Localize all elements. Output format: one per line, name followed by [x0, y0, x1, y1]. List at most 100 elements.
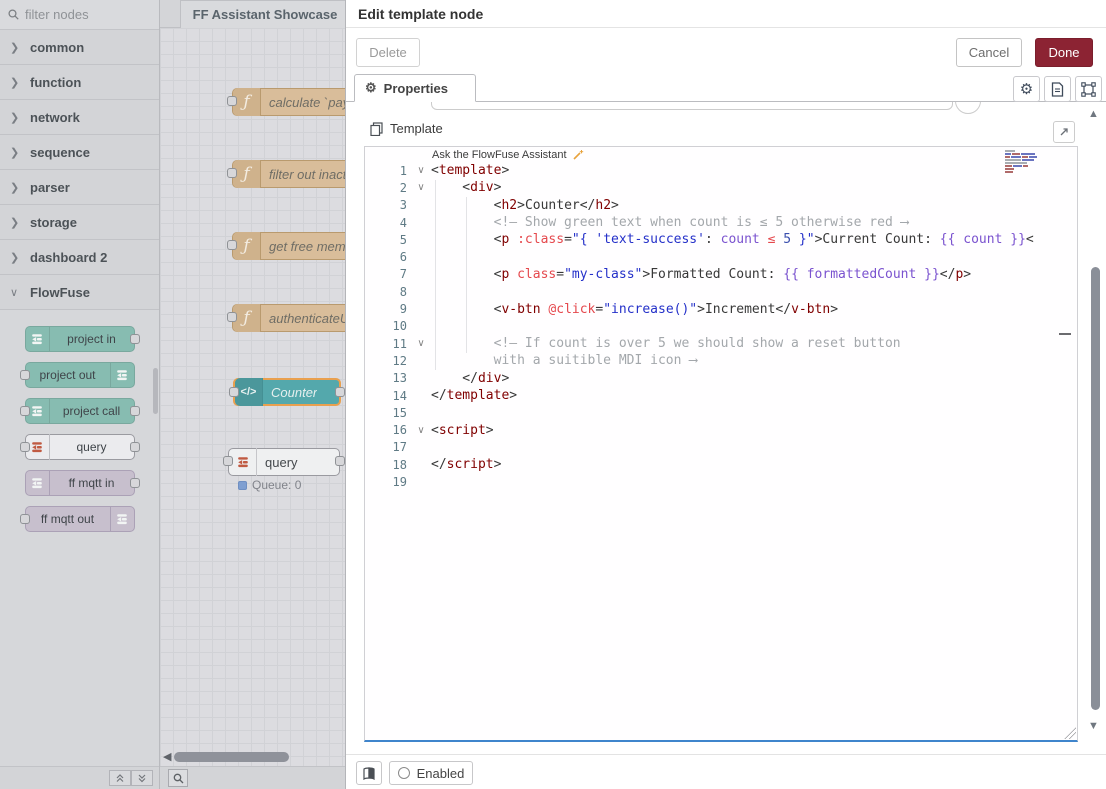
hscroll-thumb[interactable]	[174, 752, 289, 762]
code-line-8[interactable]: 8	[365, 283, 1077, 300]
node-port-left[interactable]	[227, 312, 237, 322]
dialog-scrollbar-thumb[interactable]	[1091, 267, 1100, 710]
function-icon: ƒ	[233, 160, 261, 188]
code-line-1[interactable]: 1∨<template>	[365, 162, 1077, 179]
code-line-14[interactable]: 14</template>	[365, 387, 1077, 404]
palette-node-ff-mqtt-out[interactable]: ff mqtt out	[25, 506, 135, 532]
line-number: 15	[365, 406, 411, 420]
palette-category-network[interactable]: ❯network	[0, 100, 159, 135]
code-line-19[interactable]: 19	[365, 473, 1077, 490]
tab-properties[interactable]: ⚙ Properties	[354, 74, 476, 102]
flow-node-get-free-memo[interactable]: ƒget free memo	[232, 232, 345, 260]
node-port-right[interactable]	[335, 456, 345, 466]
done-button[interactable]: Done	[1035, 38, 1093, 67]
flow-node-label: authenticateU	[261, 311, 345, 326]
line-number: 11	[365, 337, 411, 351]
workspace-tab[interactable]: FF Assistant Showcase	[180, 0, 345, 28]
code-lines[interactable]: 1∨<template>2∨ <div>3 <h2>Counter</h2>4 …	[365, 162, 1077, 491]
palette-category-parser[interactable]: ❯parser	[0, 170, 159, 205]
code-line-15[interactable]: 15	[365, 404, 1077, 421]
code-line-18[interactable]: 18</script>	[365, 456, 1077, 473]
node-port-left[interactable]	[229, 387, 239, 397]
code-line-12[interactable]: 12 with a suitible MDI icon ⟶	[365, 352, 1077, 369]
editor-resize-grip[interactable]	[1063, 726, 1076, 739]
code-text: <!— If count is over 5 we should show a …	[431, 336, 901, 351]
palette-category-function[interactable]: ❯function	[0, 65, 159, 100]
node-port-right[interactable]	[130, 478, 140, 488]
status-text: Queue: 0	[252, 478, 301, 492]
collapse-all-button[interactable]	[109, 770, 131, 786]
docs-button[interactable]	[356, 761, 382, 785]
palette-category-FlowFuse[interactable]: ∨FlowFuse	[0, 275, 159, 310]
node-description-button[interactable]	[1044, 76, 1071, 102]
flow-canvas[interactable]: FF Assistant Showcase ƒcalculate `pay ƒfi…	[160, 0, 345, 789]
flow-node-authenticateU[interactable]: ƒauthenticateU	[232, 304, 345, 332]
node-port-right[interactable]	[130, 442, 140, 452]
code-line-9[interactable]: 9 <v-btn @click="increase()">Increment</…	[365, 300, 1077, 317]
code-line-4[interactable]: 4 <!— Show green text when count is ≤ 5 …	[365, 214, 1077, 231]
cancel-button[interactable]: Cancel	[956, 38, 1022, 67]
palette-category-common[interactable]: ❯common	[0, 30, 159, 65]
node-appearance-button[interactable]	[1075, 76, 1102, 102]
fold-arrow-icon[interactable]: ∨	[411, 425, 431, 436]
code-line-10[interactable]: 10	[365, 318, 1077, 335]
magic-wand-icon	[572, 149, 584, 161]
fold-arrow-icon[interactable]: ∨	[411, 165, 431, 176]
palette-node-project-in[interactable]: project in	[25, 326, 135, 352]
node-port-left[interactable]	[20, 442, 30, 452]
palette-node-ff-mqtt-in[interactable]: ff mqtt in	[25, 470, 135, 496]
template-code-editor[interactable]: Ask the FlowFuse Assistant 1∨<template>2…	[364, 146, 1078, 742]
scroll-left-icon[interactable]: ◀	[163, 750, 171, 763]
flow-node-query[interactable]: query	[228, 448, 340, 476]
palette-node-query[interactable]: query	[25, 434, 135, 460]
palette-filter[interactable]: filter nodes	[0, 0, 159, 30]
flow-node-filter-out-inacti[interactable]: ƒfilter out inacti	[232, 160, 345, 188]
flow-node-Counter[interactable]: </>Counter	[233, 378, 341, 406]
palette-category-storage[interactable]: ❯storage	[0, 205, 159, 240]
node-port-left[interactable]	[223, 456, 233, 466]
dialog-bottom-bar: Enabled	[346, 754, 1106, 789]
code-line-13[interactable]: 13 </div>	[365, 370, 1077, 387]
canvas-hscrollbar[interactable]: ◀	[163, 750, 289, 763]
enabled-toggle-button[interactable]: Enabled	[389, 761, 473, 785]
editor-expand-button[interactable]	[1053, 121, 1075, 143]
delete-button[interactable]: Delete	[356, 38, 420, 67]
assistant-hint[interactable]: Ask the FlowFuse Assistant	[432, 149, 584, 161]
fold-arrow-icon[interactable]: ∨	[411, 338, 431, 349]
flowfuse-icon	[236, 455, 250, 469]
node-port-left[interactable]	[20, 370, 30, 380]
expand-all-button[interactable]	[131, 770, 153, 786]
palette-node-project-out[interactable]: project out	[25, 362, 135, 388]
node-port-left[interactable]	[227, 240, 237, 250]
code-line-17[interactable]: 17	[365, 439, 1077, 456]
zoom-button[interactable]	[168, 769, 188, 787]
code-text: <h2>Counter</h2>	[431, 198, 619, 213]
node-port-right[interactable]	[130, 406, 140, 416]
code-line-2[interactable]: 2∨ <div>	[365, 179, 1077, 196]
palette-flowfuse-nodes: project in project out project call query ff…	[0, 310, 159, 532]
palette-node-project-call[interactable]: project call	[25, 398, 135, 424]
node-port-left[interactable]	[227, 168, 237, 178]
scroll-down-icon[interactable]: ▼	[1088, 720, 1099, 732]
node-port-left[interactable]	[20, 514, 30, 524]
fold-arrow-icon[interactable]: ∨	[411, 182, 431, 193]
flow-node-calculate-pay[interactable]: ƒcalculate `pay	[232, 88, 345, 116]
template-copy-icon	[370, 122, 383, 136]
node-port-left[interactable]	[227, 96, 237, 106]
scroll-up-icon[interactable]: ▲	[1088, 108, 1099, 120]
node-port-right[interactable]	[335, 387, 345, 397]
code-line-3[interactable]: 3 <h2>Counter</h2>	[365, 197, 1077, 214]
node-port-left[interactable]	[20, 406, 30, 416]
palette-scrollbar[interactable]	[153, 368, 158, 414]
code-line-6[interactable]: 6	[365, 248, 1077, 265]
function-icon: ƒ	[233, 304, 261, 332]
node-settings-button[interactable]: ⚙	[1013, 76, 1040, 102]
code-line-5[interactable]: 5 <p :class="{ 'text-success': count ≤ 5…	[365, 231, 1077, 248]
code-line-16[interactable]: 16∨<script>	[365, 421, 1077, 438]
palette-category-sequence[interactable]: ❯sequence	[0, 135, 159, 170]
node-port-right[interactable]	[130, 334, 140, 344]
code-line-11[interactable]: 11∨ <!— If count is over 5 we should sho…	[365, 335, 1077, 352]
code-line-7[interactable]: 7 <p class="my-class">Formatted Count: {…	[365, 266, 1077, 283]
palette-category-dashboard-2[interactable]: ❯dashboard 2	[0, 240, 159, 275]
editor-minimap[interactable]	[1005, 150, 1057, 174]
